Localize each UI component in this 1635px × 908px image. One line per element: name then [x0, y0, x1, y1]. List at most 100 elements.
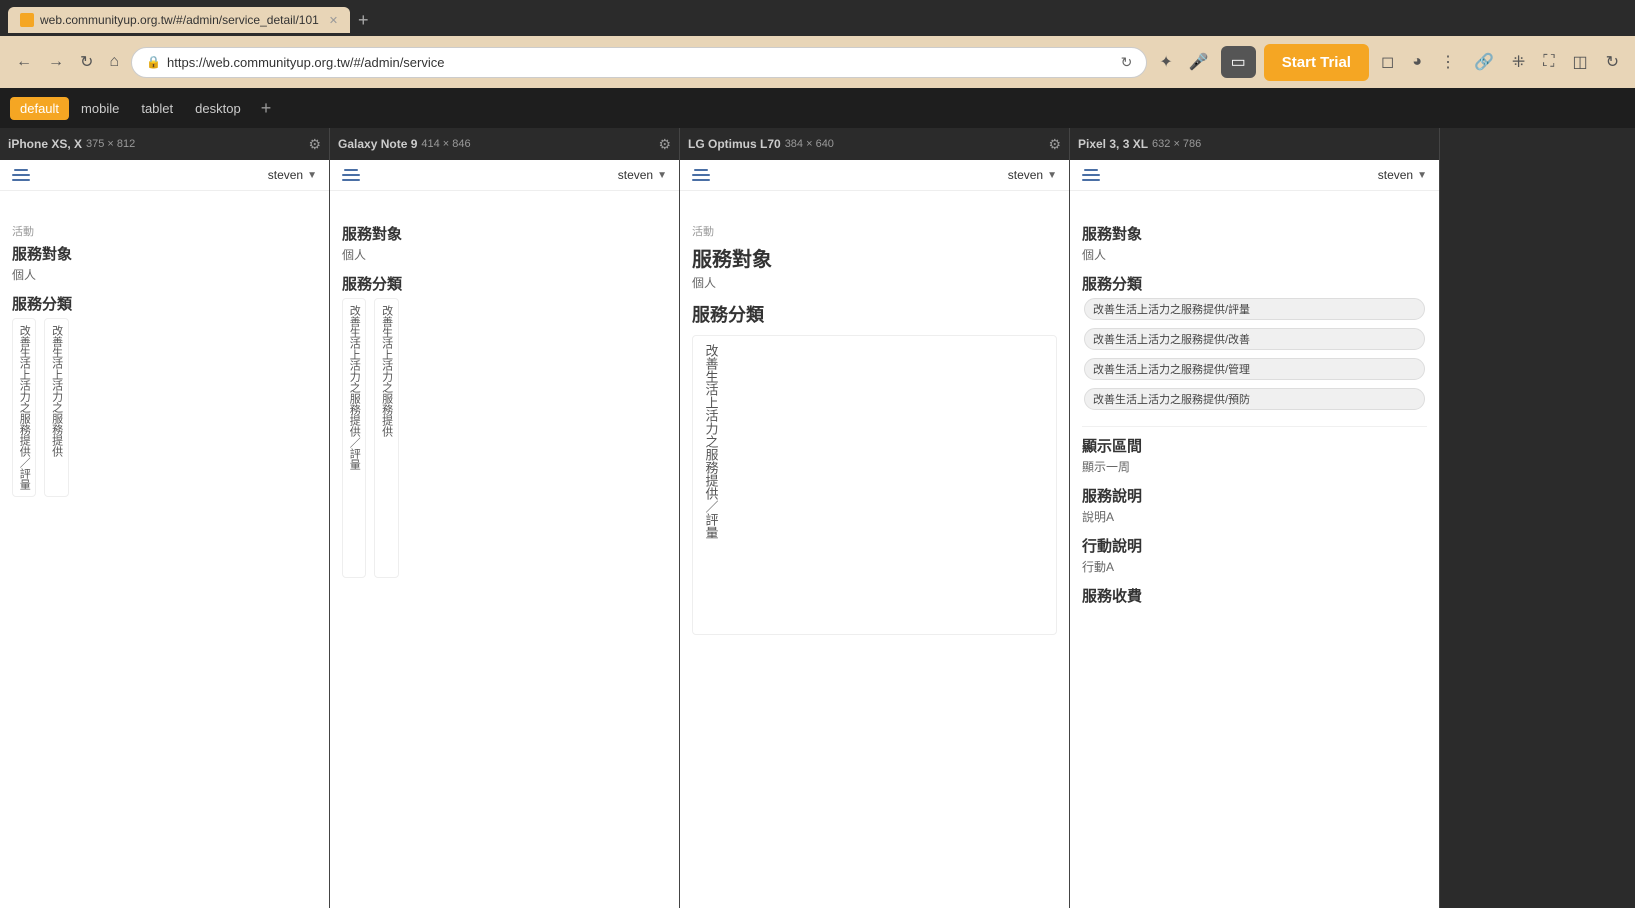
desc-value-pixel: 說明A	[1082, 508, 1427, 525]
header-spacer	[0, 191, 329, 211]
add-tab-icon[interactable]: +	[253, 96, 280, 121]
hamburger-menu-lg[interactable]	[692, 169, 710, 181]
apps-icon[interactable]: ⁜	[1508, 48, 1529, 76]
display-value-pixel: 顯示一周	[1082, 458, 1427, 475]
refresh-icon[interactable]: ↻	[1121, 54, 1133, 71]
device-frame-galaxy: steven ▼ 服務對象 個人 服務分類 改善生活上活力之服務提供／評量 改善…	[330, 160, 679, 908]
fee-title-pixel: 服務收費	[1082, 585, 1427, 606]
tab-favicon	[20, 13, 34, 27]
hamburger-menu-galaxy[interactable]	[342, 169, 360, 181]
forward-button[interactable]: →	[44, 49, 68, 75]
device-frame-iphone: steven ▼ 活動 服務對象 個人 服務分類 改善生活上活力之服務提供／評量…	[0, 160, 329, 908]
device-header-galaxy: Galaxy Note 9 414 × 846 ⚙	[330, 128, 679, 160]
device-panel-pixel: Pixel 3, 3 XL 632 × 786 steven ▼ 服務對象 個人	[1070, 128, 1440, 908]
screen-mirror-btn[interactable]: ▭	[1221, 46, 1256, 78]
sidebar-icon[interactable]: ◫	[1568, 48, 1591, 76]
target-title-pixel: 服務對象	[1082, 223, 1427, 244]
tab-bar: web.communityup.org.tw/#/admin/service_d…	[0, 0, 1635, 36]
address-bar[interactable]: 🔒 https://web.communityup.org.tw/#/admin…	[131, 47, 1147, 78]
lock-icon: 🔒	[146, 55, 161, 69]
home-button[interactable]: ⌂	[105, 49, 123, 75]
link-icon[interactable]: 🔗	[1470, 48, 1498, 76]
tag-3: 改善生活上活力之服務提供/管理	[1084, 358, 1425, 380]
device-header-lg: LG Optimus L70 384 × 640 ⚙	[680, 128, 1069, 160]
category-vert-lg: 改善生活上活力之服務提供／評量	[692, 335, 1057, 635]
browser-tab-active[interactable]: web.communityup.org.tw/#/admin/service_d…	[8, 7, 350, 33]
app-header-lg: steven ▼	[680, 160, 1069, 191]
app-content-pixel: 服務對象 個人 服務分類 改善生活上活力之服務提供/評量 改善生活上活力之服務提…	[1070, 211, 1439, 620]
device-size-galaxy: 414 × 846	[421, 138, 470, 150]
activity-label-lg: 活動	[692, 223, 1057, 239]
app-content-lg: 活動 服務對象 個人 服務分類 改善生活上活力之服務提供／評量	[680, 211, 1069, 647]
category-title-pixel: 服務分類	[1082, 273, 1427, 294]
responsive-toolbar: default mobile tablet desktop +	[0, 88, 1635, 128]
back-button[interactable]: ←	[12, 49, 36, 75]
header-spacer-lg	[680, 191, 1069, 211]
tab-close-btn[interactable]: ✕	[329, 14, 338, 27]
history-icon[interactable]: ↻	[1602, 48, 1623, 76]
hamburger-menu-pixel[interactable]	[1082, 169, 1100, 181]
tab-title: web.communityup.org.tw/#/admin/service_d…	[40, 13, 319, 27]
app-header-iphone: steven ▼	[0, 160, 329, 191]
device-frame-lg: steven ▼ 活動 服務對象 個人 服務分類 改善生活上活力之服務提供／評量	[680, 160, 1069, 908]
chevron-down-icon-pixel: ▼	[1417, 170, 1427, 181]
device-panel-iphone: iPhone XS, X 375 × 812 ⚙ steven ▼	[0, 128, 330, 908]
device-frame-pixel: steven ▼ 服務對象 個人 服務分類 改善生活上活力之服務提供/評量 改善…	[1070, 160, 1439, 908]
user-badge-pixel: steven ▼	[1378, 168, 1427, 182]
viewport-area: iPhone XS, X 375 × 812 ⚙ steven ▼	[0, 128, 1635, 908]
device-settings-iphone[interactable]: ⚙	[308, 136, 321, 153]
target-value-iphone: 個人	[12, 266, 317, 283]
extensions-icon[interactable]: ◻	[1377, 48, 1398, 76]
target-title-lg: 服務對象	[692, 243, 1057, 272]
hamburger-menu-iphone[interactable]	[12, 169, 30, 181]
fullscreen-icon[interactable]: ⛶	[1539, 49, 1558, 75]
resp-tab-desktop[interactable]: desktop	[185, 97, 251, 120]
header-spacer-galaxy	[330, 191, 679, 211]
action-value-pixel: 行動A	[1082, 558, 1427, 575]
device-panel-lg: LG Optimus L70 384 × 640 ⚙ steven ▼ 活動	[680, 128, 1070, 908]
device-size-pixel: 632 × 786	[1152, 138, 1201, 150]
device-panel-galaxy: Galaxy Note 9 414 × 846 ⚙ steven ▼ 服務對象	[330, 128, 680, 908]
cursor-tool-btn[interactable]: ✦	[1155, 48, 1176, 76]
display-title-pixel: 顯示區間	[1082, 435, 1427, 456]
target-value-pixel: 個人	[1082, 246, 1427, 263]
user-name-galaxy: steven	[618, 168, 653, 182]
chevron-down-icon-galaxy: ▼	[657, 170, 667, 181]
category-vert-iphone: 改善生活上活力之服務提供／評量 改善生活上活力之服務提供	[12, 318, 317, 497]
new-tab-button[interactable]: +	[352, 10, 375, 31]
action-title-pixel: 行動說明	[1082, 535, 1427, 556]
device-name-pixel: Pixel 3, 3 XL	[1078, 137, 1148, 151]
target-value-galaxy: 個人	[342, 246, 667, 263]
device-settings-lg[interactable]: ⚙	[1048, 136, 1061, 153]
category-title-galaxy: 服務分類	[342, 273, 667, 294]
resp-tab-mobile[interactable]: mobile	[71, 97, 129, 120]
user-name-pixel: steven	[1378, 168, 1413, 182]
device-size-iphone: 375 × 812	[86, 138, 135, 150]
app-content-galaxy: 服務對象 個人 服務分類 改善生活上活力之服務提供／評量 改善生活上活力之服務提…	[330, 211, 679, 590]
user-badge-iphone: steven ▼	[268, 168, 317, 182]
app-header-galaxy: steven ▼	[330, 160, 679, 191]
device-header-iphone: iPhone XS, X 375 × 812 ⚙	[0, 128, 329, 160]
category-vert-galaxy: 改善生活上活力之服務提供／評量 改善生活上活力之服務提供	[342, 298, 667, 578]
reader-mode-icon[interactable]: ◕	[1408, 49, 1426, 75]
user-badge-lg: steven ▼	[1008, 168, 1057, 182]
tag-1: 改善生活上活力之服務提供/評量	[1084, 298, 1425, 320]
resp-tab-default[interactable]: default	[10, 97, 69, 120]
reload-button[interactable]: ↻	[76, 48, 97, 76]
device-name-galaxy: Galaxy Note 9	[338, 137, 417, 151]
mic-btn[interactable]: 🎤	[1185, 48, 1213, 76]
grid-icon[interactable]: ⋮	[1436, 48, 1460, 76]
device-size-lg: 384 × 640	[785, 138, 834, 150]
desc-title-pixel: 服務說明	[1082, 485, 1427, 506]
chevron-down-icon-lg: ▼	[1047, 170, 1057, 181]
url-text: https://web.communityup.org.tw/#/admin/s…	[167, 55, 1115, 70]
divider-1	[1082, 426, 1427, 427]
device-settings-galaxy[interactable]: ⚙	[658, 136, 671, 153]
resp-tab-tablet[interactable]: tablet	[131, 97, 183, 120]
browser-chrome: web.communityup.org.tw/#/admin/service_d…	[0, 0, 1635, 128]
user-name-iphone: steven	[268, 168, 303, 182]
activity-label-iphone: 活動	[12, 223, 317, 239]
start-trial-button[interactable]: Start Trial	[1264, 44, 1369, 81]
target-title-galaxy: 服務對象	[342, 223, 667, 244]
app-header-pixel: steven ▼	[1070, 160, 1439, 191]
